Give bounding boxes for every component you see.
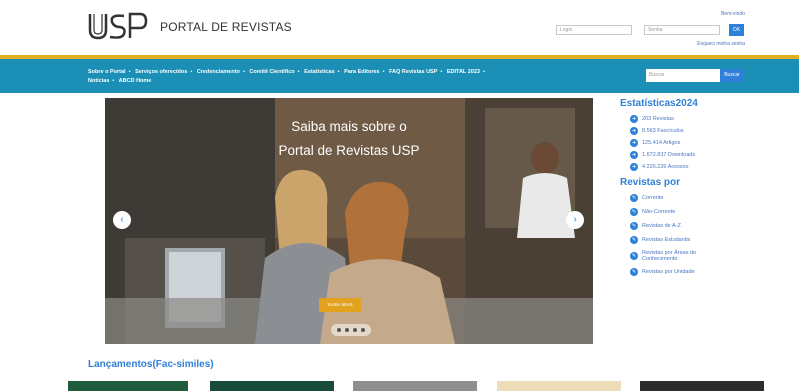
pencil-icon: ✎ xyxy=(630,236,638,244)
nav-row-2: Notícias • ABCD Home xyxy=(88,78,151,84)
revistas-item-nao-corrente[interactable]: ✎ Não-Corrente xyxy=(630,208,790,216)
carousel-heading-line-1: Saiba mais sobre o xyxy=(291,119,407,134)
stat-label: 125.414 Artigos xyxy=(642,140,681,146)
main-navbar: Sobre o Portal • Serviços oferecidos • Cre… xyxy=(0,59,799,93)
nav-item-sobre[interactable]: Sobre o Portal xyxy=(88,69,126,75)
lancamento-thumbnail[interactable] xyxy=(497,381,621,391)
nav-separator: • xyxy=(382,69,385,75)
revistas-item-corrente[interactable]: ✎ Corrente xyxy=(630,194,790,202)
revistas-item-label[interactable]: Não-Corrente xyxy=(642,209,675,215)
lancamento-thumbnail[interactable] xyxy=(68,381,188,391)
carousel-dot[interactable] xyxy=(337,328,341,332)
nav-item-estatisticas[interactable]: Estatísticas xyxy=(304,69,335,75)
nav-separator: • xyxy=(242,69,245,75)
carousel-prev-icon[interactable]: ‹ xyxy=(113,211,131,229)
arrow-circle-icon: ➜ xyxy=(630,115,638,123)
nav-separator: • xyxy=(190,69,193,75)
nav-item-edital[interactable]: EDITAL 2023 xyxy=(447,69,480,75)
carousel-dot[interactable] xyxy=(353,328,357,332)
stat-label: 8.563 Fascículos xyxy=(642,128,684,134)
nav-separator: • xyxy=(482,69,485,75)
login-input[interactable]: Login xyxy=(556,25,632,35)
stat-item: ➜ 1.672.837 Downloads xyxy=(630,151,790,159)
arrow-circle-icon: ➜ xyxy=(630,163,638,171)
carousel-indicators xyxy=(331,324,371,336)
stats-title: Estatísticas2024 xyxy=(620,98,698,109)
revistas-item-label[interactable]: Revistas de A-Z xyxy=(642,223,681,229)
arrow-circle-icon: ➜ xyxy=(630,151,638,159)
pencil-icon: ✎ xyxy=(630,194,638,202)
revistas-item-label[interactable]: Revistas por Áreas do Conhecimento xyxy=(642,250,712,262)
arrow-circle-icon: ➜ xyxy=(630,139,638,147)
revistas-item-a-z[interactable]: ✎ Revistas de A-Z xyxy=(630,222,790,230)
nav-separator: • xyxy=(440,69,443,75)
search-input[interactable]: Buscar xyxy=(646,69,720,82)
nav-row-1: Sobre o Portal • Serviços oferecidos • Cre… xyxy=(88,69,488,75)
sidebar: Estatísticas2024 ➜ 203 Revistas ➜ 8.563 Fa… xyxy=(620,98,790,282)
nav-item-abcd[interactable]: ABCD Home xyxy=(119,78,152,84)
carousel-dot[interactable] xyxy=(361,328,365,332)
revistas-item-areas[interactable]: ✎ Revistas por Áreas do Conhecimento xyxy=(630,250,790,262)
revistas-item-unidade[interactable]: ✎ Revistas por Unidade xyxy=(630,268,790,276)
stat-item: ➜ 8.563 Fascículos xyxy=(630,127,790,135)
revistas-item-label[interactable]: Revistas por Unidade xyxy=(642,269,695,275)
stat-item: ➜ 203 Revistas xyxy=(630,115,790,123)
stat-label: 203 Revistas xyxy=(642,116,674,122)
carousel-dot[interactable] xyxy=(345,328,349,332)
nav-item-credenciamento[interactable]: Credenciamento xyxy=(197,69,240,75)
password-input[interactable]: Senha xyxy=(644,25,720,35)
nav-item-editores[interactable]: Para Editores xyxy=(344,69,379,75)
search-button[interactable]: Buscar xyxy=(720,69,744,82)
arrow-circle-icon: ➜ xyxy=(630,127,638,135)
revistas-item-label[interactable]: Revistas Estudantis xyxy=(642,237,690,243)
forgot-password-link[interactable]: Esqueci minha senha xyxy=(697,41,745,47)
nav-item-faq[interactable]: FAQ Revistas USP xyxy=(389,69,437,75)
lancamento-thumbnail[interactable] xyxy=(640,381,764,391)
nav-separator: • xyxy=(337,69,340,75)
saiba-mais-button[interactable]: SAIBA MAIS xyxy=(319,298,361,312)
lancamento-thumbnail[interactable] xyxy=(210,381,334,391)
nav-separator: • xyxy=(128,69,131,75)
stat-item: ➜ 4.226.226 Acessos xyxy=(630,163,790,171)
revistas-title: Revistas por xyxy=(620,177,681,188)
usp-logo[interactable] xyxy=(88,12,148,40)
hero-carousel[interactable]: Saiba mais sobre o Portal de Revistas US… xyxy=(105,98,593,344)
pencil-icon: ✎ xyxy=(630,252,638,260)
carousel-next-icon[interactable]: › xyxy=(566,211,584,229)
lancamentos-title: Lançamentos(Fac-similes) xyxy=(88,359,214,370)
stat-label: 4.226.226 Acessos xyxy=(642,164,689,170)
pencil-icon: ✎ xyxy=(630,222,638,230)
nav-item-comite[interactable]: Comitê Científico xyxy=(249,69,294,75)
nav-separator: • xyxy=(112,78,115,84)
pencil-icon: ✎ xyxy=(630,268,638,276)
page: PORTAL DE REVISTAS Bem-vindo Login Senha… xyxy=(0,0,799,391)
pencil-icon: ✎ xyxy=(630,208,638,216)
stat-item: ➜ 125.414 Artigos xyxy=(630,139,790,147)
lancamento-thumbnail[interactable] xyxy=(353,381,477,391)
nav-item-noticias[interactable]: Notícias xyxy=(88,78,109,84)
revistas-item-label[interactable]: Corrente xyxy=(642,195,663,201)
stat-label: 1.672.837 Downloads xyxy=(642,152,696,158)
carousel-heading-line-2: Portal de Revistas USP xyxy=(278,143,420,158)
revistas-item-estudantis[interactable]: ✎ Revistas Estudantis xyxy=(630,236,790,244)
stats-list: ➜ 203 Revistas ➜ 8.563 Fascículos ➜ 125.414… xyxy=(630,115,790,171)
login-ok-button[interactable]: OK xyxy=(729,24,744,36)
header: PORTAL DE REVISTAS Bem-vindo Login Senha… xyxy=(0,0,799,56)
welcome-text: Bem-vindo xyxy=(721,11,745,17)
revistas-list: ✎ Corrente ✎ Não-Corrente ✎ Revistas de A-Z… xyxy=(630,194,790,276)
nav-separator: • xyxy=(297,69,300,75)
nav-item-servicos[interactable]: Serviços oferecidos xyxy=(135,69,187,75)
portal-title: PORTAL DE REVISTAS xyxy=(160,20,292,34)
